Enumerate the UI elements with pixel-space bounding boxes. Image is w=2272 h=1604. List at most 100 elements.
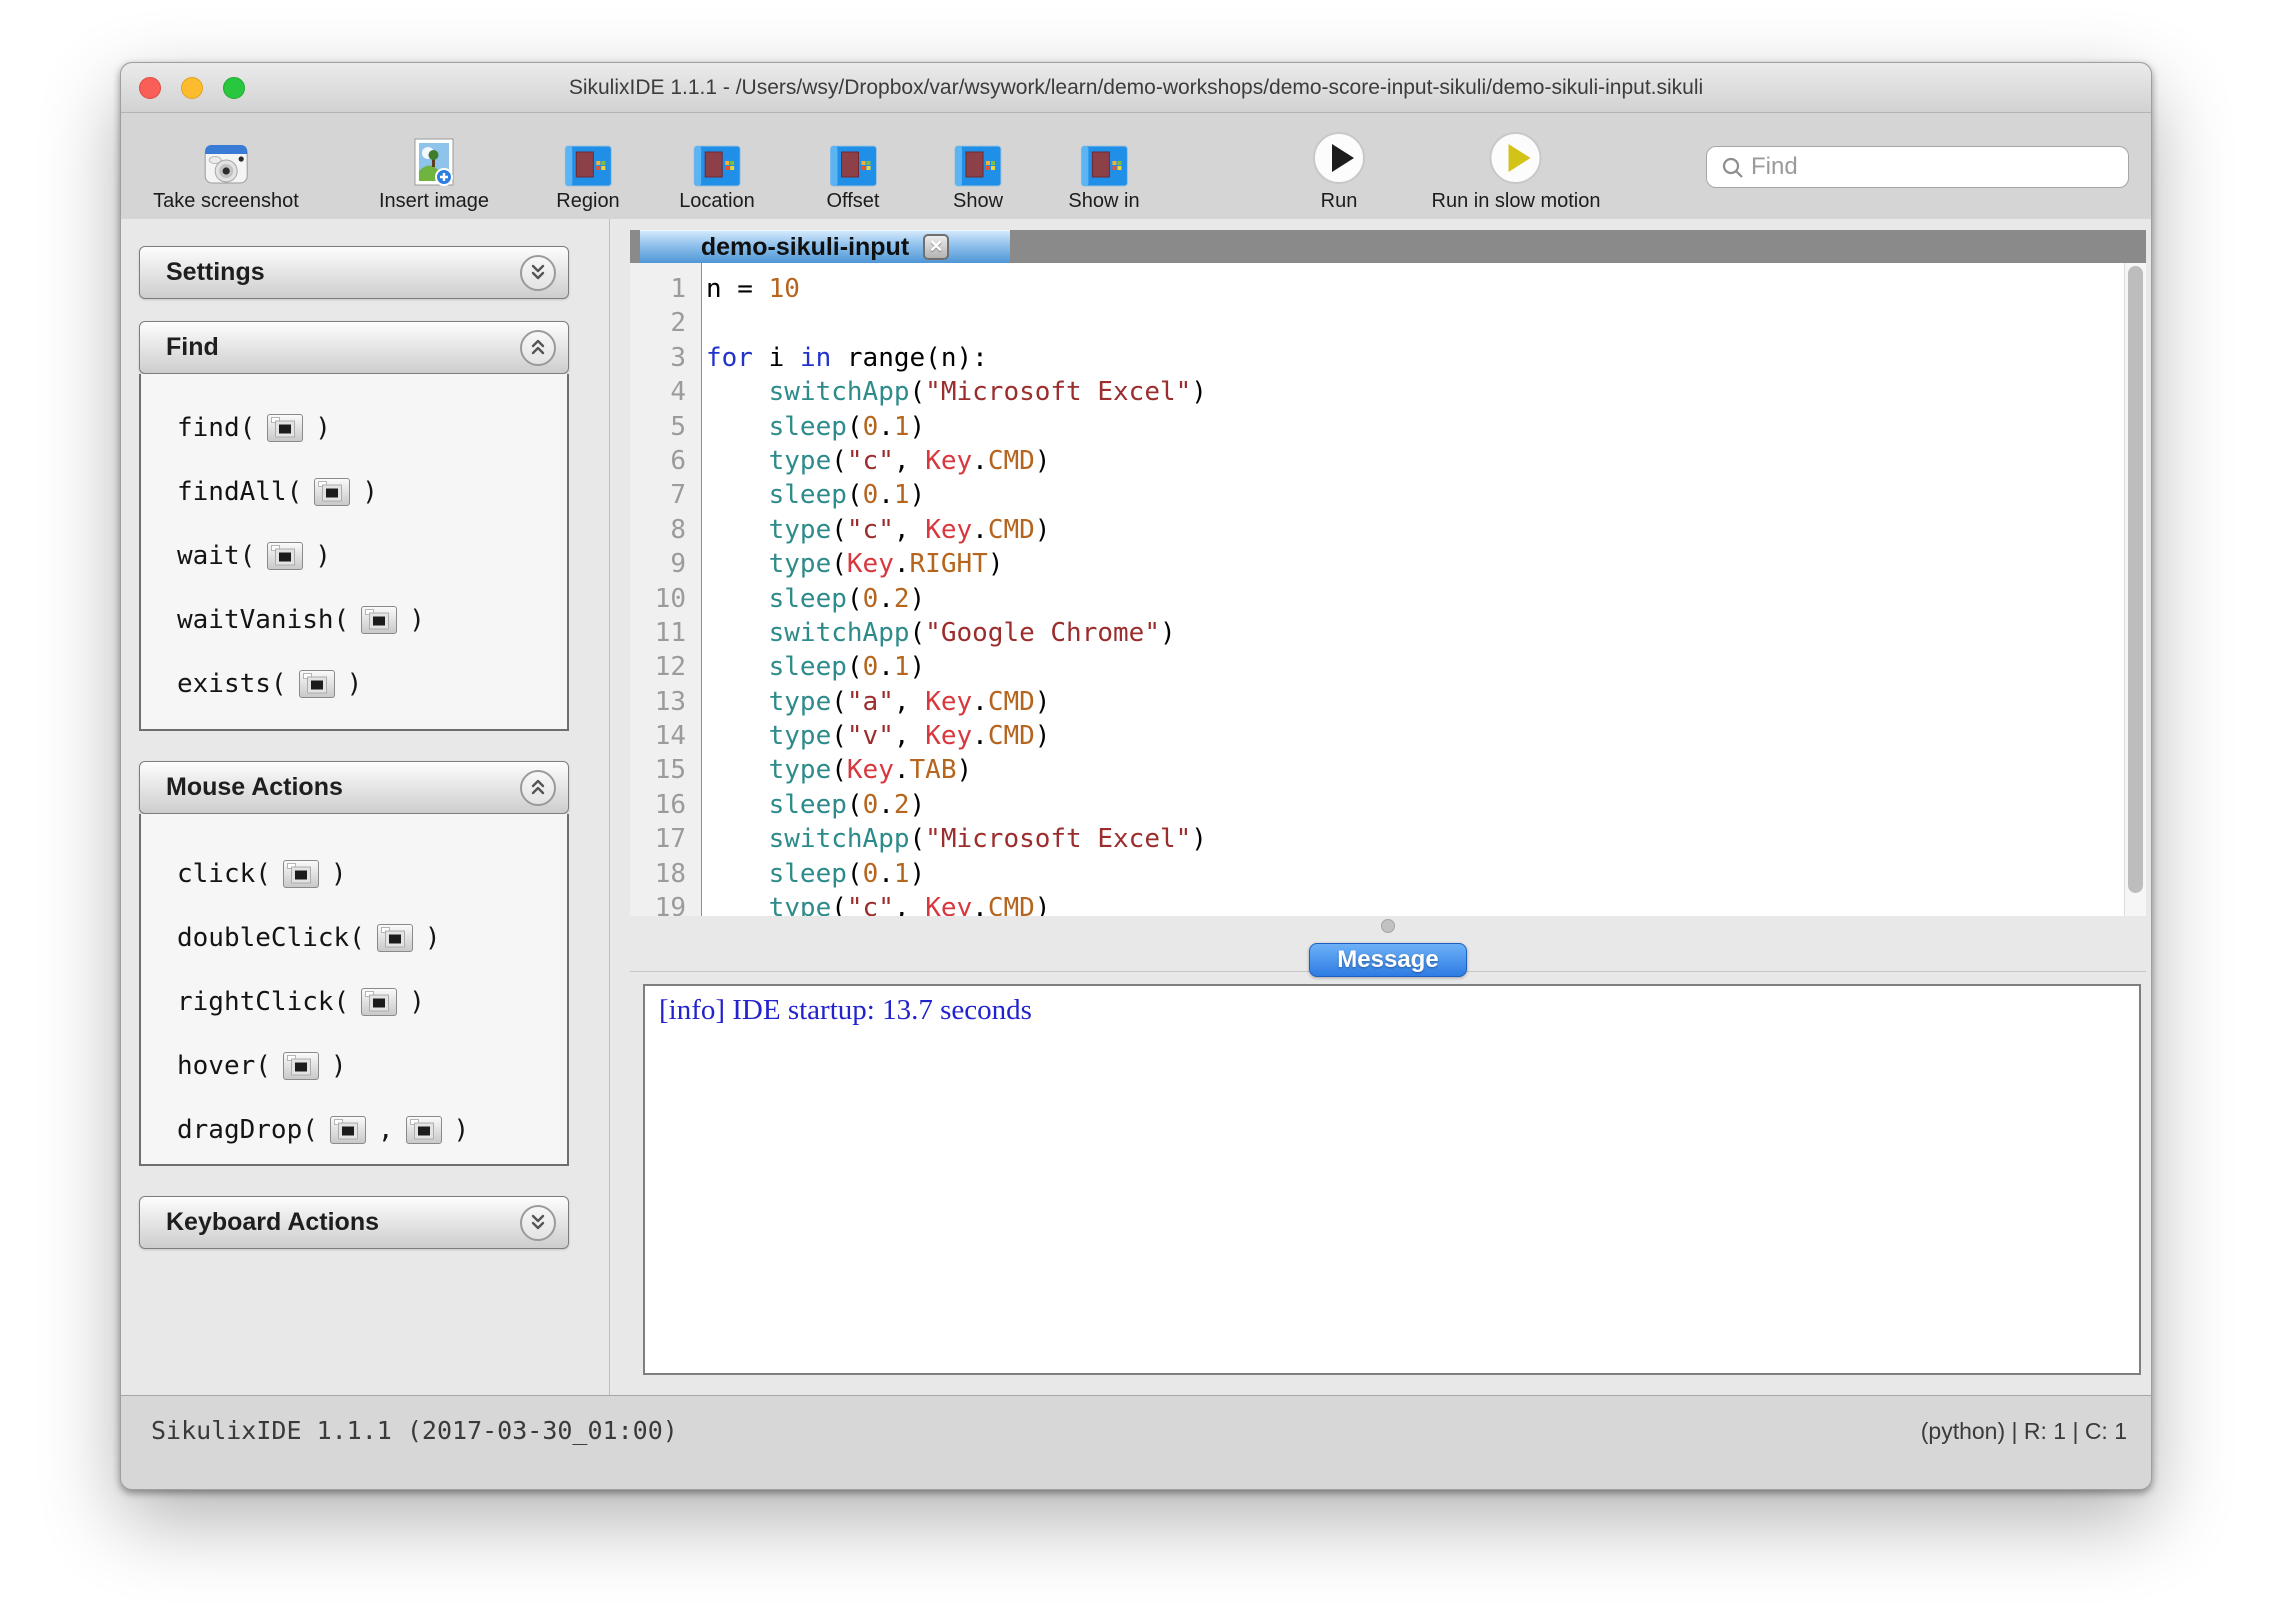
command-text: ) xyxy=(315,413,331,443)
content-area: Settings Find find( )findAll( )wait( )wa… xyxy=(121,219,2151,1397)
section-body-find: find( )findAll( )wait( )waitVanish( )exi… xyxy=(139,374,569,731)
command-text: find( xyxy=(177,413,255,443)
code-token: . xyxy=(878,584,894,614)
code-token: , xyxy=(894,721,925,751)
toolbar-button-label: Location xyxy=(679,190,755,213)
screen-region-icon xyxy=(1080,135,1128,187)
code-token xyxy=(706,549,769,579)
camera-thumbnail-icon xyxy=(406,1116,442,1144)
region-button[interactable]: Region xyxy=(556,135,619,213)
code-token: type xyxy=(769,549,832,579)
code-line: 3for i in range(n): xyxy=(630,341,2124,375)
code-token: type xyxy=(769,893,832,916)
chevron-up-icon[interactable] xyxy=(520,330,556,366)
code-text xyxy=(694,306,706,340)
code-line: 5 sleep(0.1) xyxy=(630,410,2124,444)
code-token: CMD xyxy=(988,515,1035,545)
code-line: 9 type(Key.RIGHT) xyxy=(630,547,2124,581)
code-token: n = xyxy=(706,274,769,304)
chevron-up-icon[interactable] xyxy=(520,770,556,806)
line-number: 6 xyxy=(630,444,694,478)
code-token: type xyxy=(769,687,832,717)
sidebar-command-exists[interactable]: exists( ) xyxy=(141,652,567,716)
code-line: 1n = 10 xyxy=(630,272,2124,306)
section-header-mouse-actions[interactable]: Mouse Actions xyxy=(139,761,569,814)
line-number: 9 xyxy=(630,547,694,581)
code-token xyxy=(706,790,769,820)
code-token: 2 xyxy=(894,584,910,614)
code-token: Key xyxy=(847,549,894,579)
code-token: type xyxy=(769,755,832,785)
command-text: waitVanish( xyxy=(177,605,349,635)
code-token: ( xyxy=(910,824,926,854)
code-token xyxy=(706,824,769,854)
code-token xyxy=(706,446,769,476)
sidebar-command-doubleClick[interactable]: doubleClick( ) xyxy=(141,906,567,970)
code-text: type(Key.RIGHT) xyxy=(694,547,1003,581)
toolbar: Take screenshot Insert image xyxy=(121,113,2151,219)
code-token: , xyxy=(894,893,925,916)
run-button[interactable]: Run xyxy=(1311,135,1367,213)
code-token: ) xyxy=(1191,824,1207,854)
take-screenshot-button[interactable]: Take screenshot xyxy=(153,135,299,213)
sidebar-command-find[interactable]: find( ) xyxy=(141,396,567,460)
title-bar[interactable]: SikulixIDE 1.1.1 - /Users/wsy/Dropbox/va… xyxy=(121,63,2151,113)
splitter-handle[interactable] xyxy=(1381,919,1395,933)
run-slow-motion-button[interactable]: Run in slow motion xyxy=(1432,135,1601,213)
zoom-window-button[interactable] xyxy=(223,77,245,99)
editor-scrollbar[interactable] xyxy=(2124,263,2146,916)
sidebar-command-waitVanish[interactable]: waitVanish( ) xyxy=(141,588,567,652)
tab-close-icon[interactable]: ✕ xyxy=(923,234,949,260)
app-window: SikulixIDE 1.1.1 - /Users/wsy/Dropbox/va… xyxy=(120,62,2152,1490)
code-token: ) xyxy=(1035,687,1051,717)
tab-label: demo-sikuli-input xyxy=(701,233,909,262)
status-bar: SikulixIDE 1.1.1 (2017-03-30_01:00) (pyt… xyxy=(121,1395,2151,1489)
find-input[interactable]: Find xyxy=(1706,146,2129,188)
offset-button[interactable]: Offset xyxy=(827,135,880,213)
sidebar-command-findAll[interactable]: findAll( ) xyxy=(141,460,567,524)
code-text: switchApp("Microsoft Excel") xyxy=(694,375,1207,409)
code-token: switchApp xyxy=(769,618,910,648)
chevron-down-icon[interactable] xyxy=(520,255,556,291)
code-line: 18 sleep(0.1) xyxy=(630,857,2124,891)
message-console[interactable]: [info] IDE startup: 13.7 seconds xyxy=(643,984,2141,1375)
code-token: 0 xyxy=(863,584,879,614)
sidebar-command-rightClick[interactable]: rightClick( ) xyxy=(141,970,567,1034)
command-text: rightClick( xyxy=(177,987,349,1017)
chevron-down-icon[interactable] xyxy=(520,1205,556,1241)
section-header-keyboard-actions[interactable]: Keyboard Actions xyxy=(139,1196,569,1249)
code-token: 1 xyxy=(894,859,910,889)
line-number: 10 xyxy=(630,582,694,616)
location-button[interactable]: Location xyxy=(679,135,755,213)
code-token: ( xyxy=(831,687,847,717)
code-token: RIGHT xyxy=(910,549,988,579)
tab-demo-sikuli-input[interactable]: demo-sikuli-input ✕ xyxy=(640,230,1010,263)
line-number: 18 xyxy=(630,857,694,891)
sidebar-command-dragDrop[interactable]: dragDrop( , ) xyxy=(141,1098,567,1162)
toolbar-button-label: Run xyxy=(1321,190,1358,213)
code-token: . xyxy=(972,687,988,717)
code-token: "Google Chrome" xyxy=(925,618,1160,648)
code-editor[interactable]: 1n = 1023for i in range(n):4 switchApp("… xyxy=(630,263,2146,916)
code-line: 17 switchApp("Microsoft Excel") xyxy=(630,822,2124,856)
scrollbar-thumb[interactable] xyxy=(2128,266,2143,893)
sidebar-command-click[interactable]: click( ) xyxy=(141,842,567,906)
show-in-button[interactable]: Show in xyxy=(1068,135,1139,213)
message-tab[interactable]: Message xyxy=(1309,943,1467,977)
window-title: SikulixIDE 1.1.1 - /Users/wsy/Dropbox/va… xyxy=(261,63,2011,113)
section-header-settings[interactable]: Settings xyxy=(139,246,569,299)
insert-image-button[interactable]: Insert image xyxy=(379,135,489,213)
sidebar-command-hover[interactable]: hover( ) xyxy=(141,1034,567,1098)
code-token: sleep xyxy=(769,480,847,510)
show-button[interactable]: Show xyxy=(953,135,1003,213)
close-window-button[interactable] xyxy=(139,77,161,99)
camera-icon xyxy=(199,135,253,187)
code-token: . xyxy=(878,790,894,820)
minimize-window-button[interactable] xyxy=(181,77,203,99)
sidebar-command-wait[interactable]: wait( ) xyxy=(141,524,567,588)
section-header-find[interactable]: Find xyxy=(139,321,569,374)
line-number: 13 xyxy=(630,685,694,719)
code-token: ) xyxy=(1160,618,1176,648)
code-line: 2 xyxy=(630,306,2124,340)
log-line: [info] IDE startup: 13.7 seconds xyxy=(659,994,2125,1027)
